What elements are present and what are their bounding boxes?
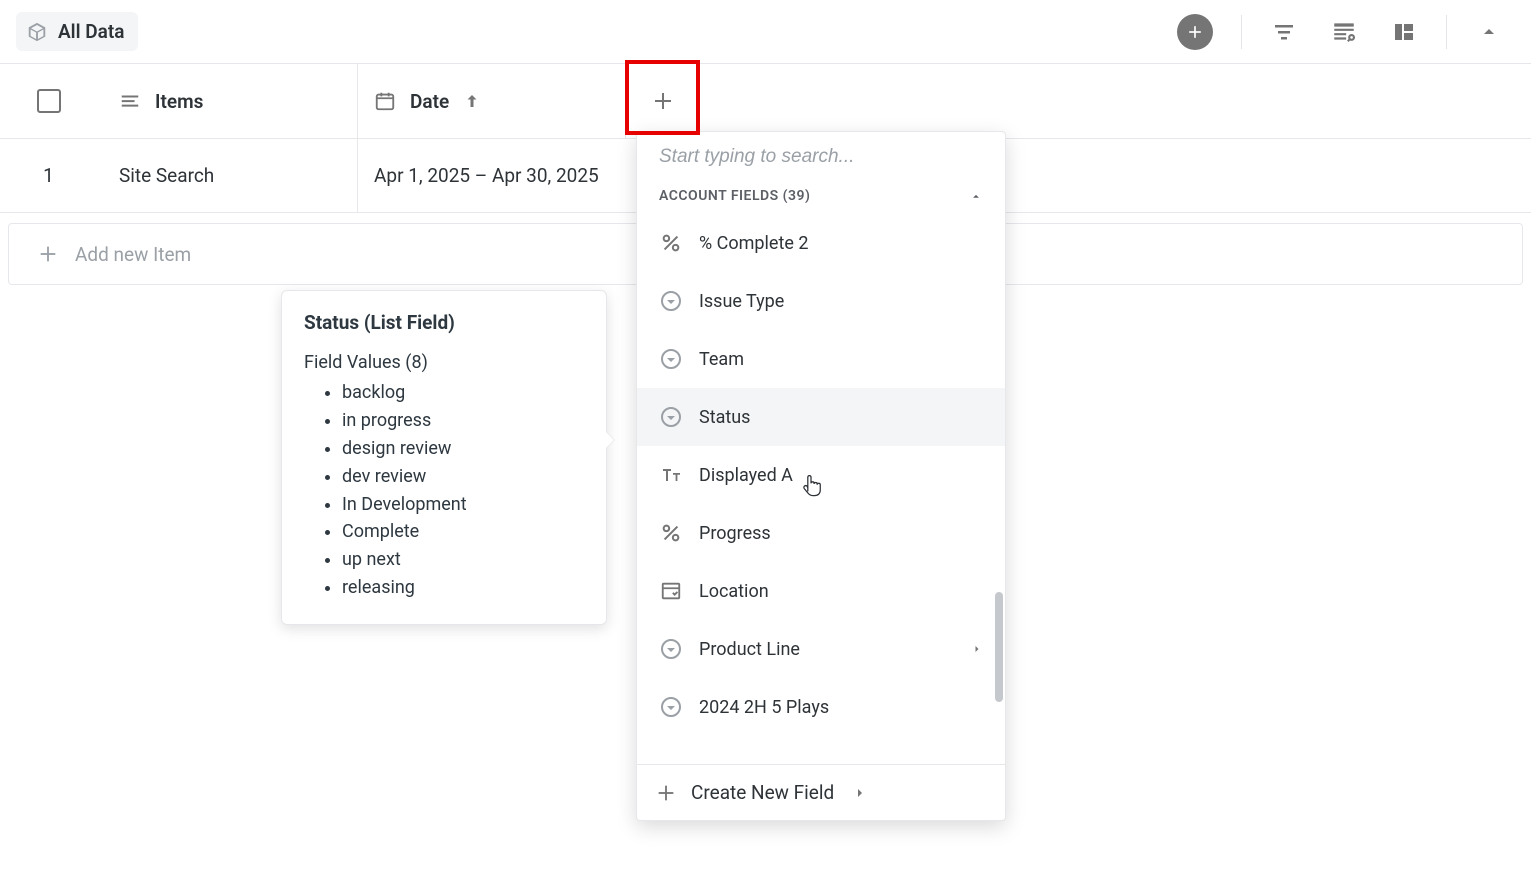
grid-header: Items Date xyxy=(0,64,1531,139)
checkbox-icon xyxy=(37,89,61,113)
add-new-item-placeholder: Add new Item xyxy=(75,243,191,266)
chevron-up-icon xyxy=(1477,20,1501,44)
dropdown-item-label: Issue Type xyxy=(699,291,784,312)
dropdown-item[interactable]: Location xyxy=(637,562,1005,620)
tooltip-values-list: backlogin progressdesign reviewdev revie… xyxy=(304,379,584,602)
dropdown-section-header[interactable]: ACCOUNT FIELDS (39) xyxy=(637,178,1005,214)
plus-icon xyxy=(1185,22,1205,42)
dropdown-item[interactable]: Issue Type xyxy=(637,272,1005,330)
plus-icon xyxy=(37,243,59,265)
tooltip-value-item: Complete xyxy=(342,518,584,546)
dropdown-item[interactable]: Displayed A xyxy=(637,446,1005,504)
dropdown-list: % Complete 2 Issue Type Team Status Displaye… xyxy=(637,214,1005,764)
dropdown-item[interactable]: Product Line xyxy=(637,620,1005,678)
percent-icon xyxy=(659,521,683,545)
dropdown-item-label: Team xyxy=(699,349,744,370)
calendar-icon xyxy=(374,90,396,112)
dropdown-item-label: Displayed A xyxy=(699,465,793,486)
column-header-items[interactable]: Items xyxy=(97,64,357,138)
layout-button[interactable] xyxy=(1378,12,1430,52)
separator xyxy=(1241,15,1242,49)
browser-link-icon xyxy=(1331,19,1357,45)
cube-icon xyxy=(26,21,48,43)
plus-icon xyxy=(651,89,675,113)
text-lines-icon xyxy=(119,90,141,112)
dropdown-search xyxy=(637,132,1005,178)
circle-arrow-icon xyxy=(659,347,683,371)
tooltip-value-item: design review xyxy=(342,435,584,463)
percent-icon xyxy=(659,231,683,255)
row-date: Apr 1, 2025 – Apr 30, 2025 xyxy=(357,139,625,212)
dropdown-item-label: 2024 2H 5 Plays xyxy=(699,697,829,718)
select-all-cell[interactable] xyxy=(0,64,97,138)
data-filter-chip[interactable]: All Data xyxy=(16,12,138,51)
sort-arrow-up-icon xyxy=(463,92,481,110)
dropdown-item-label: % Complete 2 xyxy=(699,233,808,254)
separator xyxy=(1446,15,1447,49)
dropdown-item[interactable]: Status xyxy=(637,388,1005,446)
tooltip-value-item: backlog xyxy=(342,379,584,407)
filter-button[interactable] xyxy=(1258,12,1310,52)
dropdown-item[interactable]: 2024 2H 5 Plays xyxy=(637,678,1005,736)
plus-icon xyxy=(655,782,677,804)
column-date-label: Date xyxy=(410,90,449,113)
top-actions xyxy=(1177,12,1515,52)
tooltip-value-item: dev review xyxy=(342,463,584,491)
create-new-field-label: Create New Field xyxy=(691,781,834,804)
chevron-right-icon xyxy=(852,785,868,801)
column-header-date[interactable]: Date xyxy=(357,64,625,138)
tooltip-value-item: releasing xyxy=(342,574,584,602)
add-column-button[interactable] xyxy=(625,64,699,138)
tooltip-value-item: In Development xyxy=(342,491,584,519)
dropdown-item-label: Product Line xyxy=(699,639,800,660)
tooltip-value-item: in progress xyxy=(342,407,584,435)
filter-icon xyxy=(1272,20,1296,44)
add-button[interactable] xyxy=(1177,14,1213,50)
dropdown-search-input[interactable] xyxy=(659,146,983,168)
column-items-label: Items xyxy=(155,90,203,113)
circle-arrow-icon xyxy=(659,405,683,429)
field-tooltip: Status (List Field) Field Values (8) bac… xyxy=(281,290,607,625)
tooltip-subtitle: Field Values (8) xyxy=(304,352,584,373)
add-column-dropdown: ACCOUNT FIELDS (39) % Complete 2 Issue Ty… xyxy=(636,131,1006,821)
top-bar: All Data xyxy=(0,0,1531,64)
chevron-right-icon xyxy=(971,639,983,660)
dropdown-item[interactable]: Progress xyxy=(637,504,1005,562)
layout-icon xyxy=(1392,20,1416,44)
row-number: 1 xyxy=(0,164,97,187)
dropdown-section-label: ACCOUNT FIELDS (39) xyxy=(659,188,810,204)
circle-arrow-icon xyxy=(659,695,683,719)
scrollbar-thumb[interactable] xyxy=(995,592,1003,702)
tooltip-title: Status (List Field) xyxy=(304,311,584,334)
circle-arrow-icon xyxy=(659,289,683,313)
dropdown-item-label: Progress xyxy=(699,523,771,544)
dropdown-item[interactable]: % Complete 2 xyxy=(637,214,1005,272)
create-new-field-button[interactable]: Create New Field xyxy=(637,764,1005,820)
chevron-up-icon xyxy=(969,189,983,203)
row-item-name: Site Search xyxy=(97,164,357,187)
text-icon xyxy=(659,463,683,487)
collapse-button[interactable] xyxy=(1463,12,1515,52)
checkbox-list-icon xyxy=(659,579,683,603)
assign-view-button[interactable] xyxy=(1318,12,1370,52)
dropdown-item[interactable]: Team xyxy=(637,330,1005,388)
data-filter-label: All Data xyxy=(58,20,124,43)
tooltip-value-item: up next xyxy=(342,546,584,574)
circle-arrow-icon xyxy=(659,637,683,661)
dropdown-item-label: Location xyxy=(699,581,769,602)
dropdown-item-label: Status xyxy=(699,407,750,428)
